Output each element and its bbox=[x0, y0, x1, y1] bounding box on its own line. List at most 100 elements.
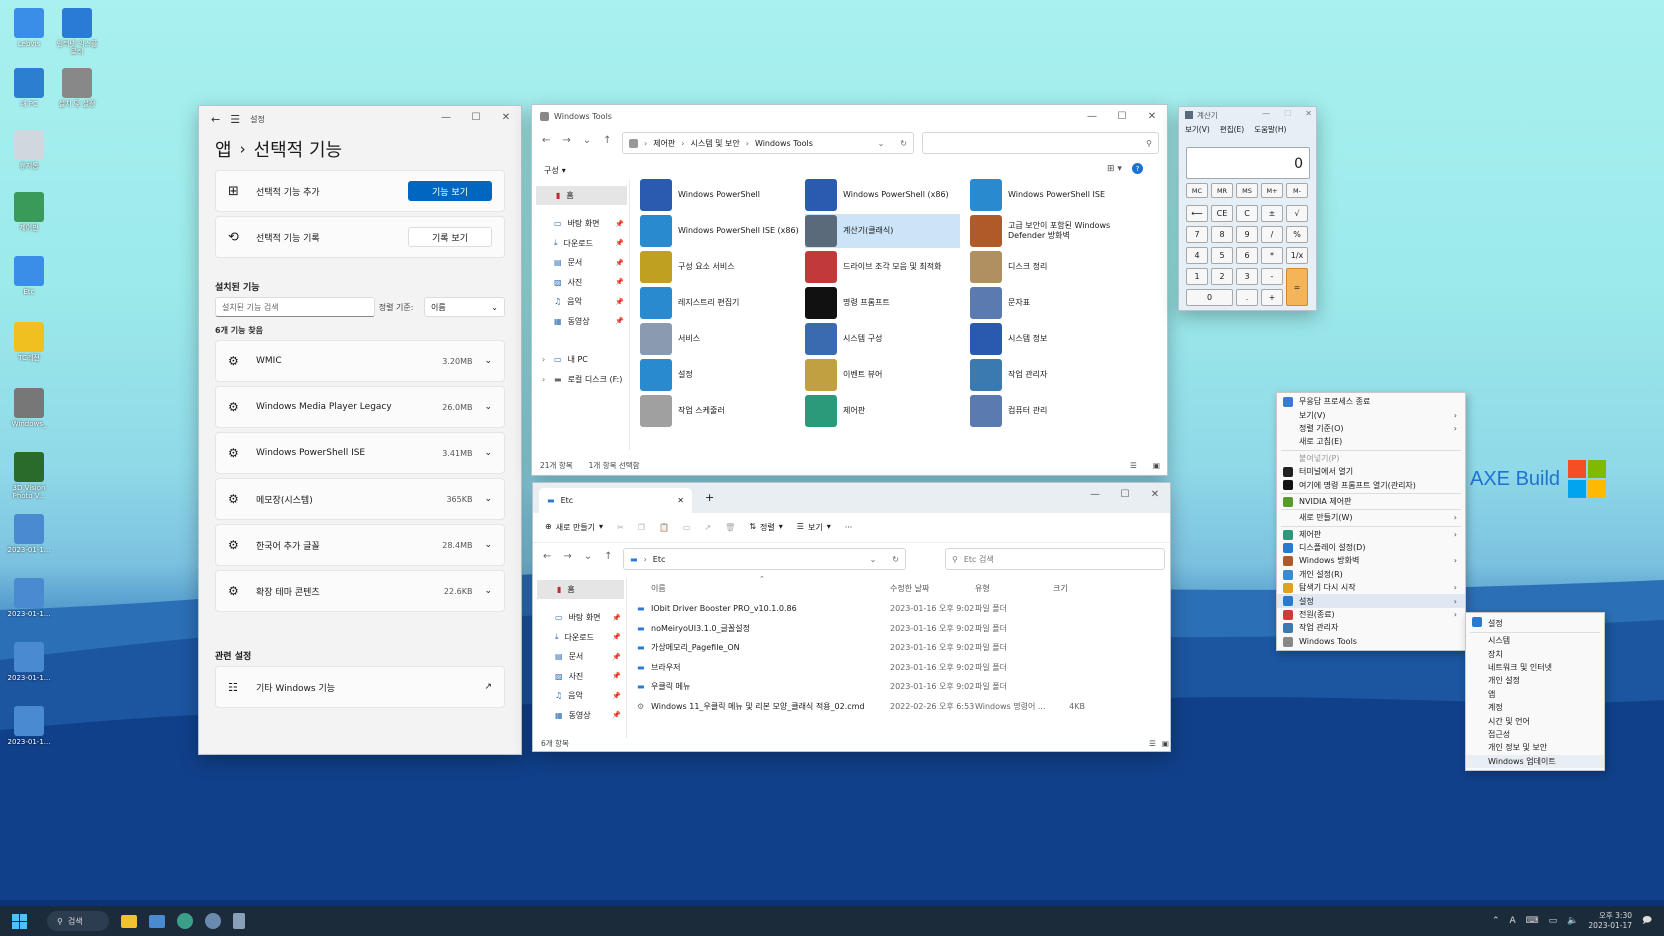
up-icon[interactable]: ↑ bbox=[604, 551, 612, 562]
up-icon[interactable]: ↑ bbox=[603, 135, 611, 146]
pin-icon[interactable]: 📌 bbox=[612, 633, 621, 641]
etc-search-box[interactable]: ⚲ Etc 검색 bbox=[945, 548, 1165, 570]
calc-key[interactable]: * bbox=[1261, 247, 1283, 264]
file-row[interactable]: ▬ IObit Driver Booster PRO_v10.1.0.86 2023… bbox=[635, 599, 1165, 618]
calc-key[interactable]: % bbox=[1286, 226, 1308, 243]
file-row[interactable]: ▬ 브라우저 2023-01-16 오후 9:02 파일 폴더 bbox=[635, 658, 1165, 677]
desktop-icon[interactable]: 설치 및 설정 bbox=[54, 68, 100, 108]
tool-item[interactable]: 설정 bbox=[640, 358, 805, 392]
pin-icon[interactable]: 📌 bbox=[615, 278, 624, 286]
taskbar-search[interactable]: ⚲ 검색 bbox=[47, 911, 109, 931]
calc-key[interactable]: CE bbox=[1211, 205, 1233, 222]
file-row[interactable]: ▬ 가상메모리_Pagefile_ON 2023-01-16 오후 9:02 파일 폴… bbox=[635, 638, 1165, 657]
installed-search-input[interactable]: 설치된 기능 검색 bbox=[215, 297, 375, 317]
tools-view-options[interactable]: ⊞ ▾ ? bbox=[1107, 163, 1143, 174]
nav-item[interactable]: ♫ 음악 📌 bbox=[534, 292, 630, 312]
nav-item[interactable]: ▦ 동영상 📌 bbox=[535, 706, 626, 726]
control-panel-icon[interactable] bbox=[177, 913, 193, 929]
submenu-item[interactable]: 장치 bbox=[1466, 647, 1604, 660]
context-menu-item[interactable]: NVIDIA 제어판 bbox=[1277, 495, 1465, 508]
maximize-button[interactable]: ☐ bbox=[1110, 483, 1140, 505]
submenu-item[interactable]: Windows 업데이트 bbox=[1466, 754, 1604, 768]
desktop-icon[interactable]: Etc bbox=[6, 256, 52, 296]
submenu-item[interactable]: 시스템 bbox=[1466, 634, 1604, 647]
chevron-down-icon[interactable]: ⌄ bbox=[870, 555, 877, 564]
context-menu-item[interactable]: 여기에 명령 프롬프트 열기(관리자) bbox=[1277, 478, 1465, 491]
back-icon[interactable]: ← bbox=[543, 551, 551, 562]
desktop-icon[interactable]: 2023-01-1... bbox=[6, 578, 52, 618]
tool-item[interactable]: 디스크 정리 bbox=[970, 250, 1135, 284]
calc-key[interactable]: / bbox=[1261, 226, 1283, 243]
nav-item[interactable]: ⤓ 다운로드 📌 bbox=[534, 234, 630, 254]
feature-row[interactable]: ⚙ 한국어 추가 글꼴 28.4MB ⌄ bbox=[215, 524, 505, 566]
desktop-icon[interactable]: 3D Vision Photo V... bbox=[6, 452, 52, 500]
file-row[interactable]: ▬ noMeiryoUI3.1.0_글꼴설정 2023-01-16 오후 9:02 파… bbox=[635, 619, 1165, 638]
forward-icon[interactable]: → bbox=[563, 551, 571, 562]
maximize-button[interactable]: ☐ bbox=[1284, 109, 1291, 118]
feature-row[interactable]: ⚙ 메모장(시스템) 365KB ⌄ bbox=[215, 478, 505, 520]
close-button[interactable]: ✕ bbox=[1140, 483, 1170, 505]
nav-item[interactable]: ▨ 사진 📌 bbox=[534, 273, 630, 293]
tool-item[interactable]: 시스템 정보 bbox=[970, 322, 1135, 356]
col-name[interactable]: 이름 bbox=[651, 583, 666, 594]
calc-key[interactable]: 9 bbox=[1236, 226, 1258, 243]
view-icon[interactable]: ⊞ ▾ bbox=[1107, 164, 1122, 174]
pin-icon[interactable]: 📌 bbox=[615, 259, 624, 267]
tool-item[interactable]: Windows PowerShell ISE bbox=[970, 178, 1135, 212]
desktop-icon[interactable]: Lebvis bbox=[6, 8, 52, 48]
rename-icon[interactable]: ▭ bbox=[683, 523, 691, 532]
sort-button[interactable]: ⇅ 정렬 ▾ bbox=[749, 522, 782, 533]
notification-icon[interactable]: 🗩 bbox=[1642, 913, 1652, 929]
context-menu-item[interactable]: 새로 만들기(W) › bbox=[1277, 511, 1465, 524]
context-menu-item[interactable]: 탐색기 다시 시작 › bbox=[1277, 581, 1465, 594]
tool-item[interactable]: 이벤트 뷰어 bbox=[805, 358, 970, 392]
tools-address-bar[interactable]: › 제어판 › 시스템 및 보안 › Windows Tools ⌄ ↻ bbox=[622, 132, 914, 154]
minimize-button[interactable]: — bbox=[1080, 483, 1110, 505]
chevron-down-icon[interactable]: ⌄ bbox=[484, 586, 492, 596]
submenu-item[interactable]: 계정 bbox=[1466, 701, 1604, 714]
path-segment[interactable]: 시스템 및 보안 bbox=[691, 138, 740, 149]
calc-key[interactable]: √ bbox=[1286, 205, 1308, 222]
nav-home[interactable]: ▮ 홈 bbox=[536, 186, 627, 205]
help-icon[interactable]: ? bbox=[1131, 163, 1143, 174]
tool-item[interactable]: Windows PowerShell (x86) bbox=[805, 178, 970, 212]
new-button[interactable]: ⊕ 새로 만들기 ▾ bbox=[545, 522, 603, 533]
nav-item[interactable]: ♫ 음악 📌 bbox=[535, 686, 626, 706]
calc-key[interactable]: 3 bbox=[1236, 268, 1258, 285]
tool-item[interactable]: 구성 요소 서비스 bbox=[640, 250, 805, 284]
menu-edit[interactable]: 편집(E) bbox=[1220, 124, 1244, 135]
calc-key[interactable]: 8 bbox=[1211, 226, 1233, 243]
calc-key[interactable]: 4 bbox=[1186, 247, 1208, 264]
close-button[interactable]: ✕ bbox=[1305, 109, 1312, 118]
context-menu-item[interactable]: 새로 고침(E) bbox=[1277, 435, 1465, 448]
submenu-item[interactable]: 개인 설정 bbox=[1466, 674, 1604, 687]
calc-key[interactable]: 0 bbox=[1186, 289, 1233, 306]
context-menu-item[interactable]: 디스플레이 설정(D) bbox=[1277, 541, 1465, 554]
other-windows-features-card[interactable]: ☷ 기타 Windows 기능 ↗ bbox=[215, 666, 505, 708]
path-segment[interactable]: Etc bbox=[653, 555, 666, 564]
calc-key[interactable]: 6 bbox=[1236, 247, 1258, 264]
calc-key[interactable]: + bbox=[1261, 289, 1283, 306]
pin-icon[interactable]: 📌 bbox=[615, 317, 624, 325]
tab-etc[interactable]: ▬ Etc ✕ bbox=[539, 488, 692, 513]
context-menu-item[interactable]: 전원(종료) › bbox=[1277, 608, 1465, 621]
file-explorer-icon[interactable] bbox=[121, 914, 137, 928]
nav-home[interactable]: ▮ 홈 bbox=[537, 580, 624, 599]
calc-key[interactable]: ⟵ bbox=[1186, 205, 1208, 222]
submenu-item[interactable]: 네트워크 및 인터넷 bbox=[1466, 661, 1604, 674]
tool-item[interactable]: 시스템 구성 bbox=[805, 322, 970, 356]
minimize-button[interactable]: — bbox=[1077, 105, 1107, 127]
col-type[interactable]: 유형 bbox=[975, 583, 990, 594]
tool-item[interactable]: Windows PowerShell ISE (x86) bbox=[640, 214, 805, 248]
feature-row[interactable]: ⚙ WMIC 3.20MB ⌄ bbox=[215, 340, 505, 382]
tool-item[interactable]: 레지스트리 편집기 bbox=[640, 286, 805, 320]
details-view-icon[interactable]: ☰ bbox=[1149, 739, 1156, 748]
desktop-icon[interactable]: 2023-01-1... bbox=[6, 706, 52, 746]
calc-key[interactable]: M+ bbox=[1261, 183, 1283, 198]
path-segment[interactable]: 제어판 bbox=[653, 138, 675, 149]
nav-item[interactable]: ▭ 바탕 화면 📌 bbox=[534, 214, 630, 234]
nav-item[interactable]: ▨ 사진 📌 bbox=[535, 667, 626, 687]
calc-key[interactable]: MS bbox=[1236, 183, 1258, 198]
nav-item[interactable]: ▤ 문서 📌 bbox=[535, 647, 626, 667]
maximize-button[interactable]: ☐ bbox=[1107, 105, 1137, 127]
